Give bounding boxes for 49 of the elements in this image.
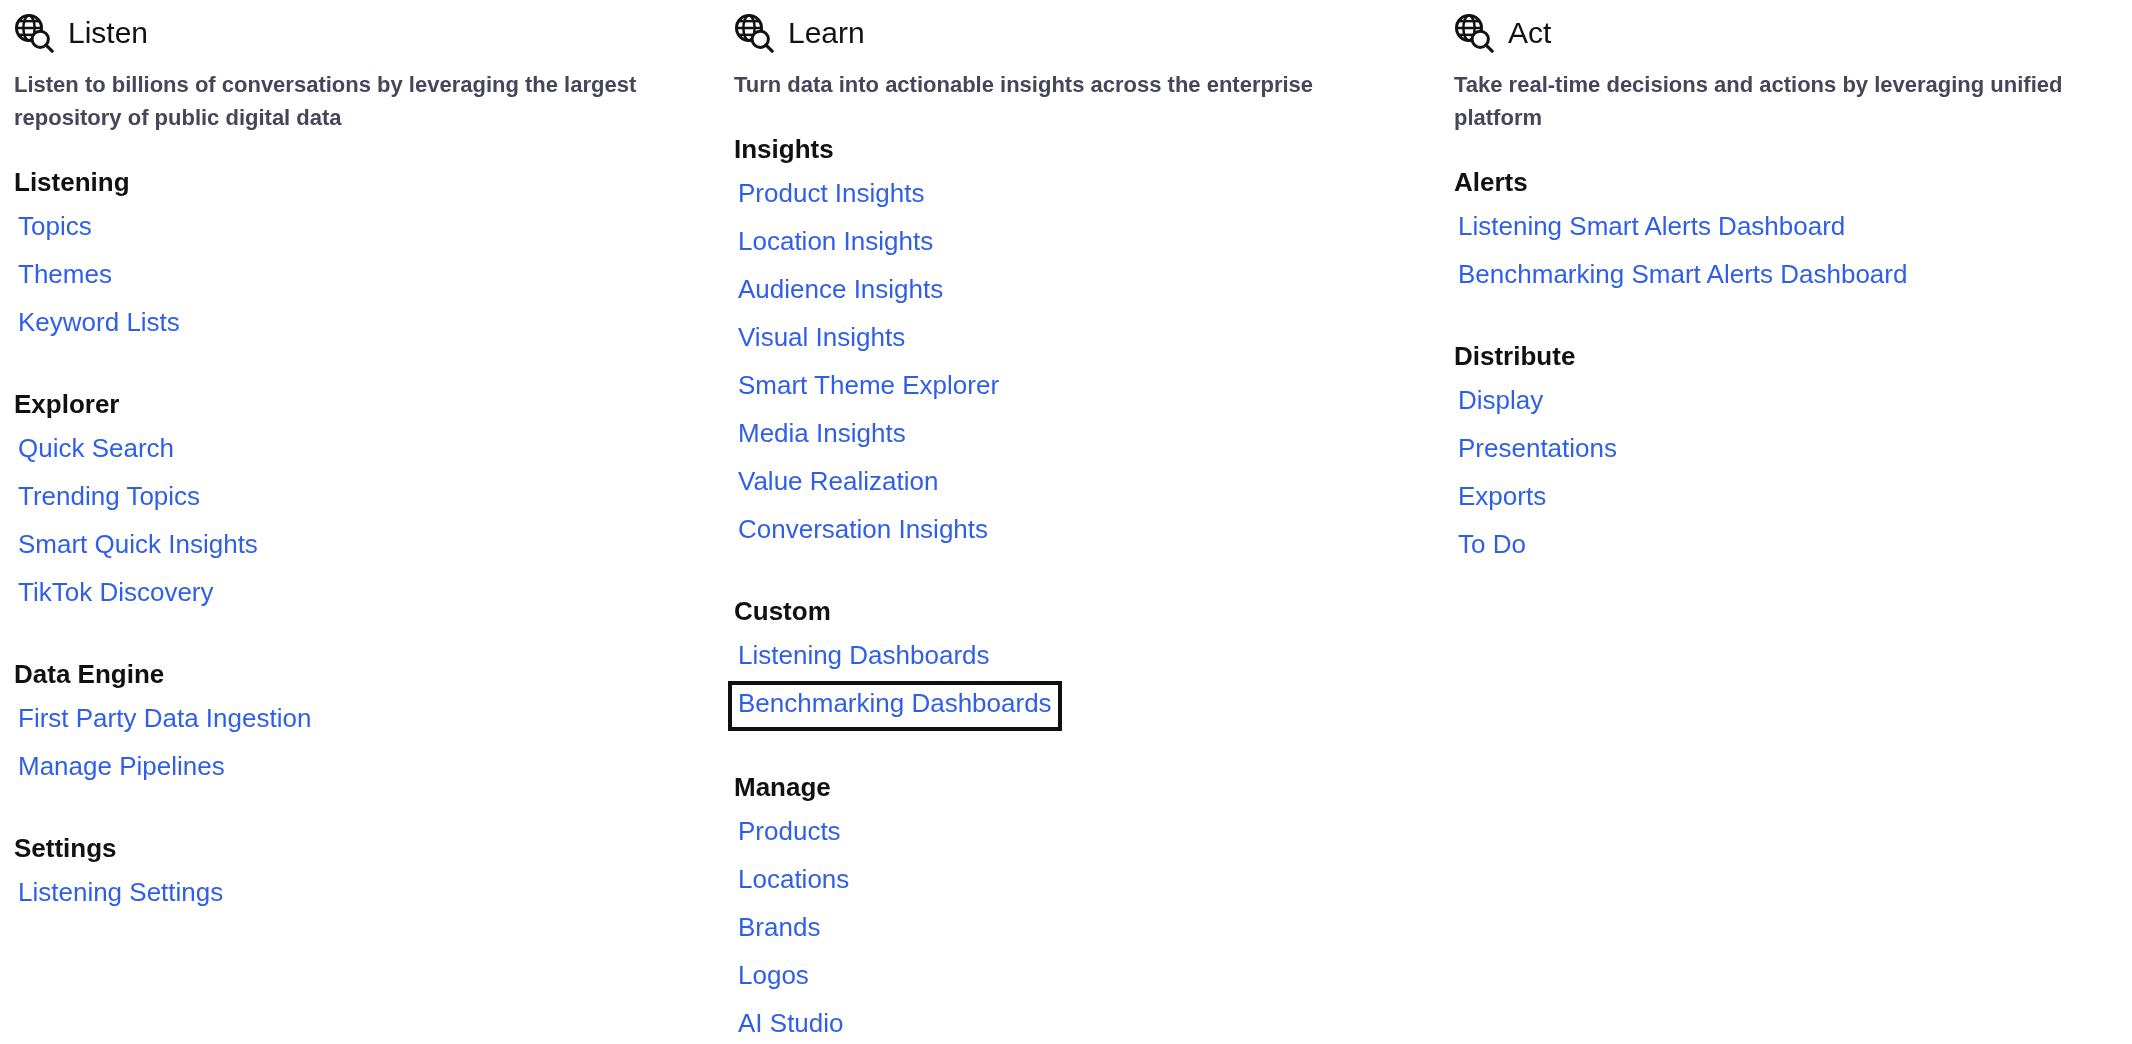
globe-search-icon [734,13,774,53]
column-description: Turn data into actionable insights across the enterprise [734,71,1315,99]
nav-link[interactable]: Exports [1448,474,1557,518]
section-heading: Explorer [14,388,121,421]
section-heading: Alerts [1454,166,1529,199]
nav-link[interactable]: Listening Settings [8,870,234,914]
globe-search-icon [1454,13,1494,53]
nav-link[interactable]: Smart Quick Insights [8,522,268,566]
section-heading: Insights [734,133,835,166]
nav-link[interactable]: Product Insights [728,171,935,215]
globe-search-icon [14,13,54,53]
column-title: Listen [68,16,149,50]
section-heading: Settings [14,832,118,865]
column-title: Learn [788,16,865,50]
nav-link[interactable]: Benchmarking Smart Alerts Dashboard [1448,252,1918,296]
section-heading: Custom [734,595,832,628]
nav-link[interactable]: Listening Dashboards [728,633,1000,677]
nav-link[interactable]: First Party Data Ingestion [8,696,322,740]
nav-link[interactable]: Locations [728,857,860,901]
nav-link[interactable]: AI Studio [728,1001,854,1044]
nav-link[interactable]: Visual Insights [728,315,916,359]
section-heading: Manage [734,771,832,804]
nav-link[interactable]: Keyword Lists [8,300,190,344]
nav-link[interactable]: TikTok Discovery [8,570,224,614]
nav-link[interactable]: Smart Theme Explorer [728,363,1010,407]
column-description: Take real-time decisions and actions by leveraging unified platform [1454,71,2064,132]
nav-link[interactable]: Themes [8,252,122,296]
nav-link[interactable]: Value Realization [728,459,949,503]
nav-link[interactable]: Benchmarking Dashboards [728,681,1062,731]
nav-link[interactable]: Brands [728,905,831,949]
nav-link[interactable]: Media Insights [728,411,916,455]
nav-link[interactable]: Listening Smart Alerts Dashboard [1448,204,1856,248]
nav-link[interactable]: Logos [728,953,819,997]
nav-link[interactable]: Quick Search [8,426,185,470]
nav-link[interactable]: Display [1448,378,1554,422]
nav-link[interactable]: Trending Topics [8,474,211,518]
section-heading: Distribute [1454,340,1577,373]
column-title: Act [1508,16,1552,50]
nav-link[interactable]: To Do [1448,522,1536,566]
section-heading: Data Engine [14,658,166,691]
nav-link[interactable]: Products [728,809,851,853]
column-description: Listen to billions of conversations by leveraging the largest repository of public digital data [14,71,638,132]
nav-link[interactable]: Manage Pipelines [8,744,235,788]
section-heading: Listening [14,166,131,199]
nav-link[interactable]: Location Insights [728,219,944,263]
nav-link[interactable]: Audience Insights [728,267,954,311]
nav-link[interactable]: Conversation Insights [728,507,999,551]
nav-link[interactable]: Topics [8,204,102,248]
nav-link[interactable]: Presentations [1448,426,1627,470]
